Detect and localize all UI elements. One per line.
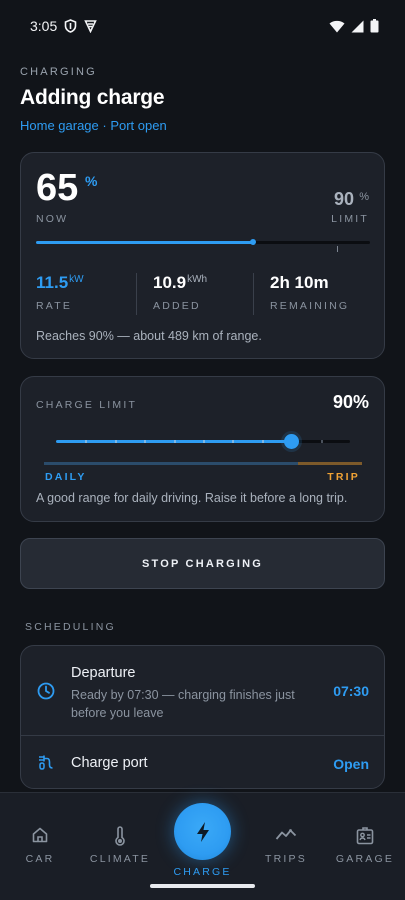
nav-label-garage: GARAGE: [335, 853, 395, 865]
stat-rate-value: 11.5kW: [36, 273, 136, 293]
battery-icon: [370, 19, 379, 33]
current-charge-percent: 65: [36, 167, 79, 209]
charge-port-row[interactable]: Charge port Open: [21, 737, 384, 789]
slider-step-dot: [144, 440, 147, 443]
slider-step-dot: [114, 440, 117, 443]
nav-label-trips: TRIPS: [265, 853, 307, 865]
status-left: 3:05: [30, 18, 98, 34]
limit-label: LIMIT: [331, 213, 369, 225]
page-eyebrow: CHARGING: [20, 66, 97, 78]
home-indicator: [150, 884, 255, 888]
charge-limit-slider-thumb[interactable]: [283, 434, 299, 449]
stat-rate-unit: kW: [69, 274, 84, 285]
stat-rate-label: RATE: [36, 300, 73, 312]
range-note: Reaches 90% — about 489 km of range.: [36, 329, 262, 343]
charge-progress-fill: [36, 241, 254, 244]
nav-item-car[interactable]: CAR: [0, 793, 80, 893]
trend-icon: [275, 829, 297, 840]
nav-label-car: CAR: [25, 853, 55, 865]
stat-added-number: 10.9: [153, 273, 187, 292]
stat-rate-number: 11.5: [36, 273, 69, 292]
scheduling-card: Departure Ready by 07:30 — charging fini…: [20, 645, 385, 789]
home-icon: [32, 827, 48, 843]
charge-progress-track: [36, 239, 370, 252]
limit-unit: %: [359, 191, 369, 203]
header: CHARGING Adding charge Home garage · Por…: [20, 66, 385, 133]
slider-step-dot: [85, 440, 88, 443]
nav-item-trips[interactable]: TRIPS: [246, 793, 326, 893]
charge-stats: 11.5kW RATE 10.9kWh ADDED 2h 10m REMAINI…: [36, 273, 370, 315]
trip-zone: [298, 462, 362, 465]
slider-step-dot: [173, 440, 176, 443]
slider-step-dot: [232, 440, 235, 443]
charge-limit-slider[interactable]: [56, 434, 350, 449]
charge-limit-card: CHARGE LIMIT 90% DAILY TRIP A good range…: [20, 376, 385, 522]
slider-step-dot: [203, 440, 205, 443]
stat-added: 10.9kWh ADDED: [136, 273, 253, 315]
limit-percent: 90: [333, 189, 354, 209]
charge-limit-hint: A good range for daily driving. Raise it…: [36, 491, 348, 505]
trip-zone-label: TRIP: [327, 471, 360, 483]
limit-zone-bar: [44, 462, 362, 465]
nav-item-climate[interactable]: CLIMATE: [80, 793, 160, 893]
limit-marker: [336, 246, 338, 252]
charge-port-icon: [37, 754, 55, 777]
departure-description: Ready by 07:30 — charging finishes just …: [71, 688, 295, 720]
garage-icon: [356, 827, 374, 845]
stat-added-label: ADDED: [153, 300, 201, 312]
wifi-icon: [329, 20, 345, 33]
stop-charging-button[interactable]: STOP CHARGING: [20, 538, 385, 589]
stat-remaining-value: 2h 10m: [270, 273, 329, 292]
thermometer-icon: [115, 826, 125, 846]
slider-step-dot: [320, 440, 323, 443]
now-label: NOW: [36, 213, 69, 225]
clock-icon: [37, 682, 55, 705]
status-time: 3:05: [30, 18, 58, 34]
nav-item-garage[interactable]: GARAGE: [325, 793, 405, 893]
status-bar: 3:05: [0, 0, 405, 52]
charge-progress-marker: [250, 239, 257, 245]
charge-status-card: 65 % NOW 90 % LIMIT 11.5kW RATE 10.9kWh …: [20, 152, 385, 359]
nav-label-climate: CLIMATE: [89, 853, 151, 865]
stat-added-unit: kWh: [187, 274, 208, 285]
stat-remaining: 2h 10m REMAINING: [253, 273, 370, 315]
stat-rate: 11.5kW RATE: [36, 273, 136, 315]
location-subtitle[interactable]: Home garage · Port open: [20, 118, 385, 133]
scheduling-section-label: SCHEDULING: [25, 621, 116, 633]
stat-remaining-label: REMAINING: [270, 300, 350, 312]
shield-icon: [64, 19, 77, 33]
daily-zone: [44, 462, 299, 465]
vpn-icon: [84, 19, 98, 33]
slider-step-dot: [261, 440, 264, 443]
charge-limit-value: 90%: [332, 392, 369, 412]
departure-row[interactable]: Departure Ready by 07:30 — charging fini…: [21, 646, 384, 736]
status-right: [329, 19, 379, 33]
nav-item-charge[interactable]: [174, 803, 231, 860]
current-charge-unit: %: [85, 173, 98, 189]
stat-added-value: 10.9kWh: [153, 273, 253, 293]
page-title: Adding charge: [20, 86, 165, 109]
signal-icon: [351, 20, 364, 33]
charge-port-status[interactable]: Open: [333, 756, 369, 772]
charge-limit-label: CHARGE LIMIT: [36, 399, 138, 411]
departure-time[interactable]: 07:30: [333, 683, 369, 699]
bolt-icon: [196, 821, 209, 842]
departure-title: Departure: [71, 665, 136, 681]
daily-zone-label: DAILY: [45, 471, 87, 483]
charge-port-title: Charge port: [71, 755, 148, 771]
